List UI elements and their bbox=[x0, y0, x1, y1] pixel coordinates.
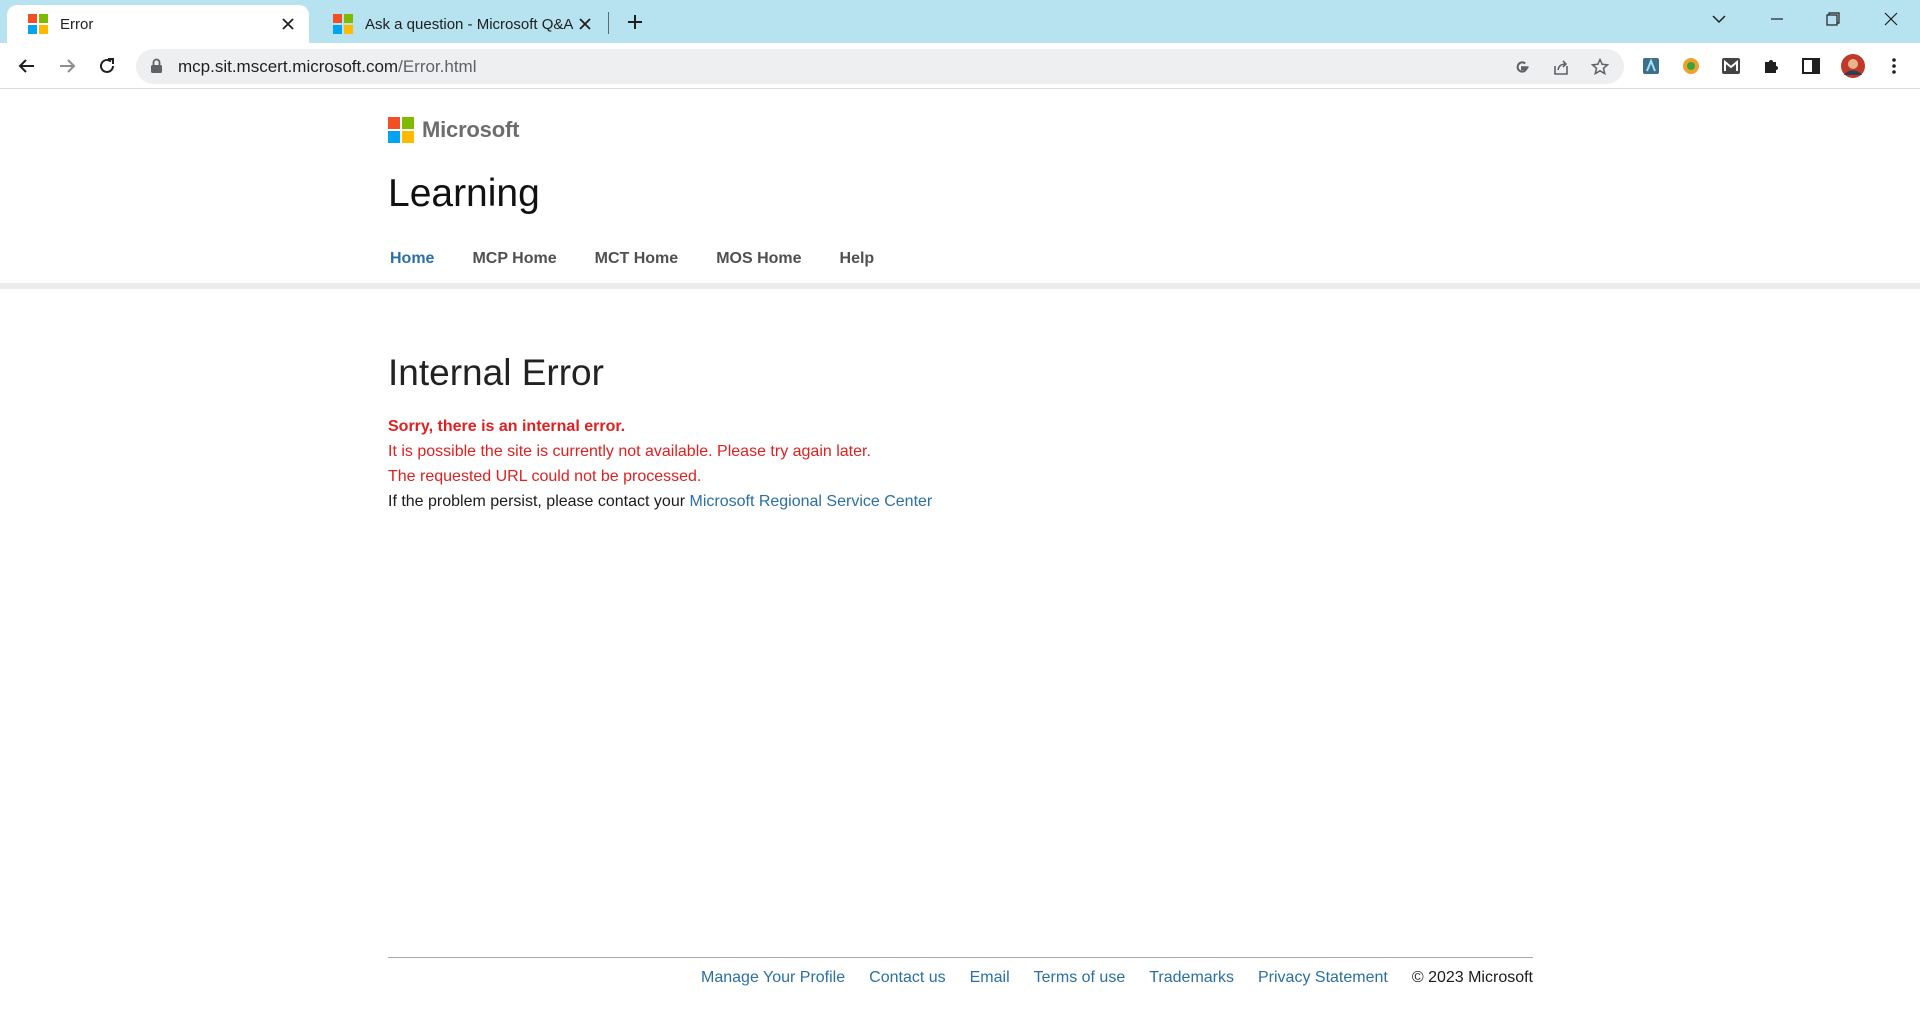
error-line-contact: If the problem persist, please contact y… bbox=[388, 489, 932, 514]
footer-trademarks-link[interactable]: Trademarks bbox=[1149, 969, 1234, 987]
page: Microsoft Learning Home MCP Home MCT Hom… bbox=[0, 90, 1920, 1029]
nav-mos-home[interactable]: MOS Home bbox=[716, 250, 801, 268]
footer-privacy-link[interactable]: Privacy Statement bbox=[1258, 969, 1388, 987]
more-menu-icon[interactable] bbox=[1881, 53, 1907, 79]
brand-name: Microsoft bbox=[422, 117, 520, 142]
tab-title: Ask a question - Microsoft Q&A bbox=[365, 15, 574, 33]
url-path: /Error.html bbox=[398, 57, 477, 76]
error-line-unavailable: It is possible the site is currently not… bbox=[388, 443, 871, 460]
error-line-url: The requested URL could not be processed… bbox=[388, 468, 702, 485]
reload-icon bbox=[100, 58, 114, 73]
tab-error[interactable]: Error bbox=[7, 5, 309, 43]
tab-strip: Error Ask a question - Microsoft Q&A bbox=[0, 0, 1920, 43]
site-title: Learning bbox=[388, 172, 540, 215]
footer-email-link[interactable]: Email bbox=[970, 969, 1010, 987]
side-panel-icon[interactable] bbox=[1798, 53, 1824, 79]
microsoft-brand[interactable]: Microsoft bbox=[388, 117, 519, 143]
url-text: mcp.sit.mscert.microsoft.com/Error.html bbox=[178, 57, 477, 77]
chevron-down-icon bbox=[1712, 15, 1726, 24]
extension-m-icon[interactable] bbox=[1718, 53, 1744, 79]
regional-service-center-link[interactable]: Microsoft Regional Service Center bbox=[689, 493, 932, 510]
microsoft-logo-icon bbox=[388, 117, 414, 143]
forward-button[interactable] bbox=[52, 51, 82, 81]
url-host: mcp.sit.mscert.microsoft.com bbox=[178, 57, 399, 76]
error-message: Sorry, there is an internal error. It is… bbox=[388, 414, 932, 514]
close-window-button[interactable] bbox=[1876, 6, 1906, 32]
extension-app-icon[interactable] bbox=[1638, 53, 1664, 79]
reload-button[interactable] bbox=[92, 51, 122, 81]
nav-home[interactable]: Home bbox=[390, 250, 434, 268]
extension-badge-icon[interactable] bbox=[1678, 53, 1704, 79]
new-tab-button[interactable] bbox=[622, 9, 648, 35]
tab-title: Error bbox=[60, 15, 94, 33]
lock-icon[interactable] bbox=[150, 58, 163, 79]
bookmark-star-icon[interactable] bbox=[1589, 56, 1611, 78]
footer-contact-us-link[interactable]: Contact us bbox=[869, 969, 945, 987]
address-bar[interactable]: mcp.sit.mscert.microsoft.com/Error.html bbox=[136, 49, 1624, 84]
nav-divider bbox=[0, 283, 1920, 289]
microsoft-logo-icon bbox=[28, 14, 48, 34]
error-line-sorry: Sorry, there is an internal error. bbox=[388, 418, 626, 435]
footer-manage-profile-link[interactable]: Manage Your Profile bbox=[701, 969, 845, 987]
nav-mcp-home[interactable]: MCP Home bbox=[472, 250, 556, 268]
arrow-left-icon bbox=[18, 59, 34, 73]
nav-mct-home[interactable]: MCT Home bbox=[595, 250, 679, 268]
contact-prefix: If the problem persist, please contact y… bbox=[388, 493, 690, 510]
share-icon[interactable] bbox=[1550, 56, 1572, 78]
plus-icon bbox=[628, 15, 642, 29]
site-nav: Home MCP Home MCT Home MOS Home Help bbox=[390, 250, 912, 268]
microsoft-logo-icon bbox=[333, 14, 353, 34]
close-icon bbox=[1884, 12, 1898, 26]
error-title: Internal Error bbox=[388, 352, 604, 393]
footer-divider bbox=[388, 957, 1533, 958]
puzzle-extensions-icon[interactable] bbox=[1758, 53, 1784, 79]
nav-help[interactable]: Help bbox=[840, 250, 875, 268]
google-icon[interactable] bbox=[1511, 56, 1533, 78]
tab-search-button[interactable] bbox=[1704, 6, 1734, 32]
tab-divider bbox=[608, 12, 609, 34]
copyright: © 2023 Microsoft bbox=[1411, 969, 1533, 986]
arrow-right-icon bbox=[60, 59, 76, 73]
restore-icon bbox=[1826, 12, 1840, 26]
restore-button[interactable] bbox=[1818, 6, 1848, 32]
browser-toolbar: mcp.sit.mscert.microsoft.com/Error.html bbox=[0, 43, 1920, 89]
minimize-icon bbox=[1771, 18, 1783, 20]
tab-ask-question[interactable]: Ask a question - Microsoft Q&A bbox=[312, 5, 606, 43]
profile-avatar-icon[interactable] bbox=[1840, 53, 1866, 79]
close-icon[interactable] bbox=[279, 15, 297, 33]
minimize-button[interactable] bbox=[1762, 6, 1792, 32]
footer-terms-link[interactable]: Terms of use bbox=[1034, 969, 1126, 987]
footer: Manage Your Profile Contact us Email Ter… bbox=[388, 969, 1533, 987]
close-icon[interactable] bbox=[576, 15, 594, 33]
back-button[interactable] bbox=[12, 51, 42, 81]
